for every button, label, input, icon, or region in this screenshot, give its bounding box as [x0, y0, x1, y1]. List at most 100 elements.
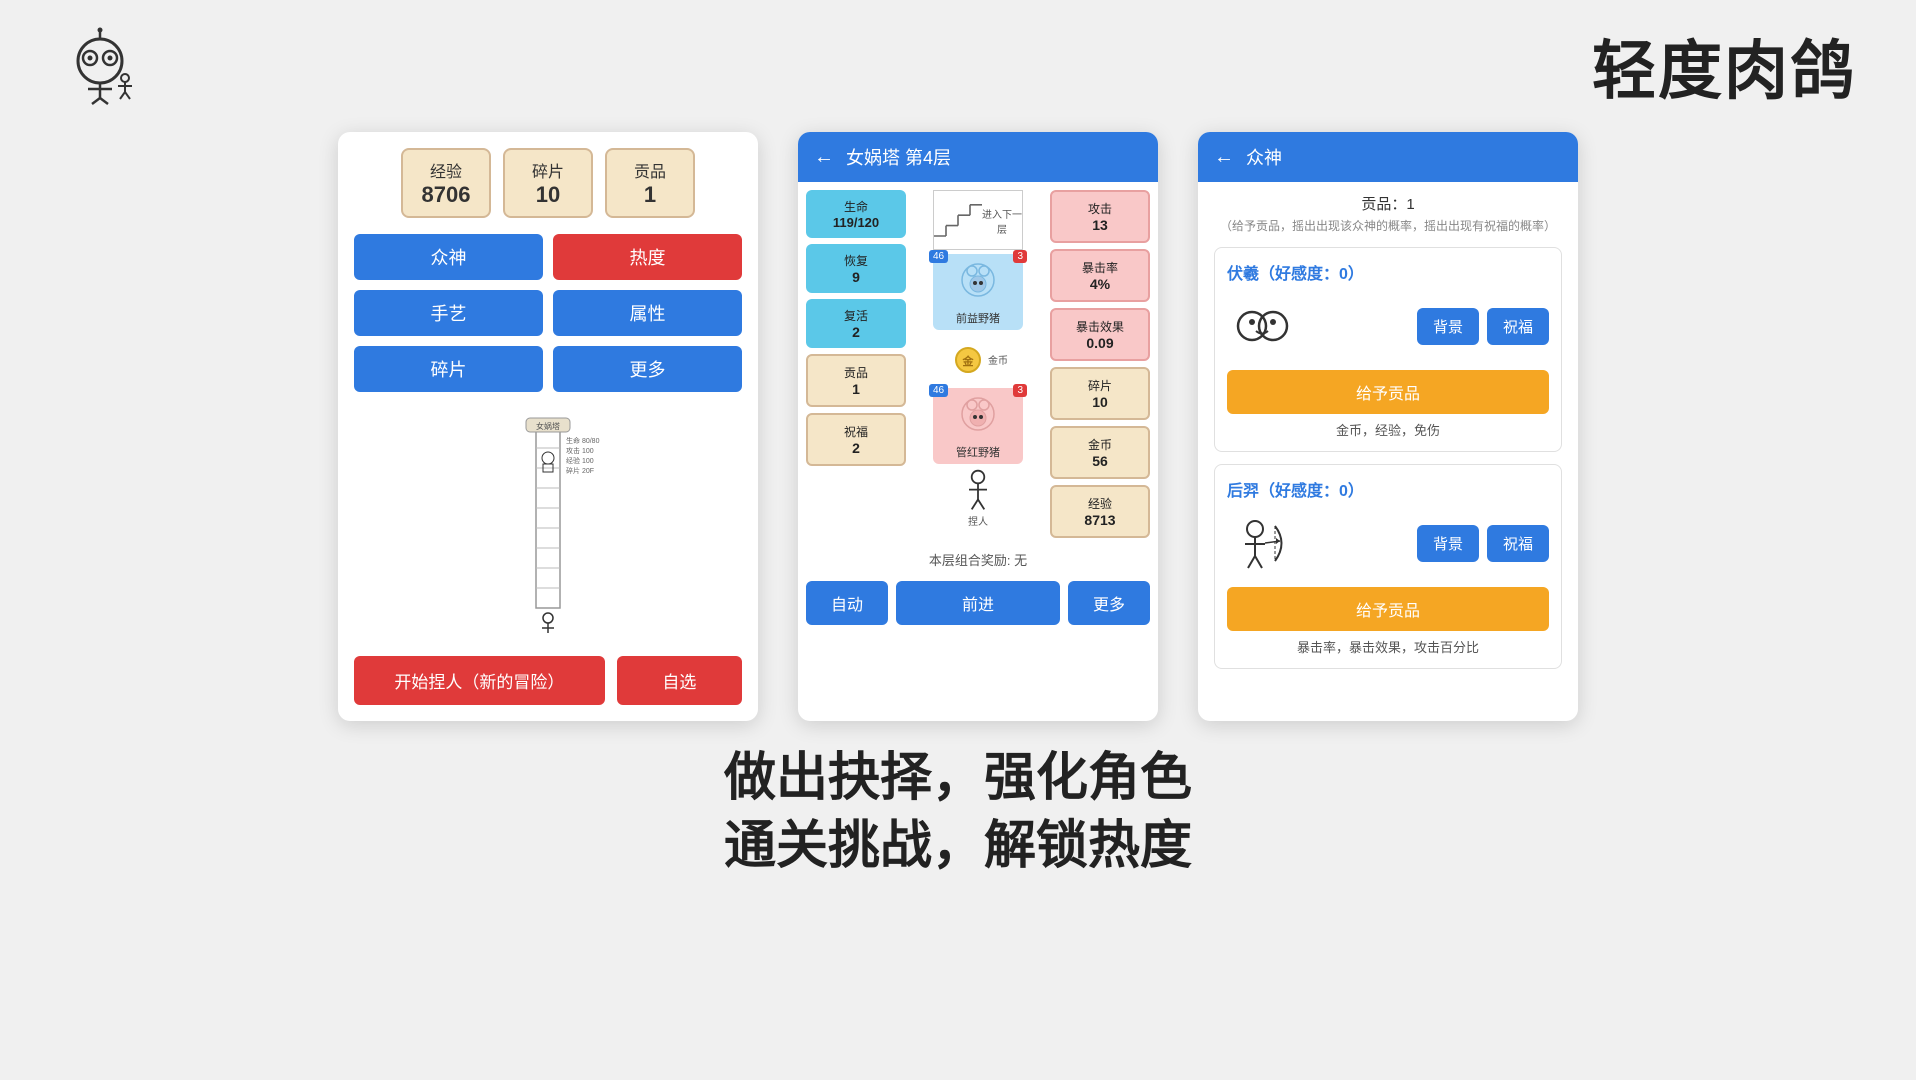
- enemy2-name: 管红野猪: [937, 444, 1019, 460]
- fuxi-effect: 金币，经验，免伤: [1227, 420, 1549, 439]
- blessing-label: 祝福: [812, 423, 900, 440]
- stairs-svg: [934, 200, 982, 240]
- stat-experience: 经验 8706: [401, 148, 491, 218]
- screen3-header: ← 众神: [1198, 132, 1578, 182]
- attack-box: 攻击 13: [1050, 190, 1150, 243]
- life-label: 生命: [810, 198, 902, 215]
- tower-svg: 女娲塔 生命 80/80 攻击 100 经验 100 碎片 20F: [488, 408, 608, 638]
- screen1-buttons-grid: 众神 热度 手艺 属性 碎片 更多: [338, 226, 758, 400]
- tribute-value: 1: [812, 381, 900, 397]
- svg-text:女娲塔: 女娲塔: [536, 421, 560, 431]
- svg-text:金: 金: [962, 354, 975, 368]
- enemy1-badge-right: 3: [1013, 250, 1027, 263]
- svg-text:经验 100: 经验 100: [566, 456, 594, 465]
- screen3-back-icon[interactable]: ←: [1214, 146, 1234, 169]
- screen3-title: 众神: [1246, 144, 1282, 170]
- stats-row: 经验 8706 碎片 10 贡品 1: [338, 132, 758, 226]
- stat-fragments-label: 碎片: [521, 158, 575, 182]
- screen1-bottom-row: 开始捏人（新的冒险） 自选: [338, 646, 758, 721]
- tribute-description: （给予贡品，摇出出现该众神的概率，摇出出现有祝福的概率）: [1214, 217, 1562, 235]
- app-title: 轻度肉鸽: [1592, 20, 1856, 112]
- more-button[interactable]: 更多: [1068, 581, 1150, 625]
- houyi-action-buttons: 背景 祝福: [1307, 525, 1549, 562]
- bottom-line1: 做出抉择，强化角色: [0, 745, 1916, 813]
- revive-label: 复活: [810, 307, 902, 324]
- redu-button[interactable]: 热度: [553, 234, 742, 280]
- gold-value: 56: [1056, 453, 1144, 469]
- left-stats-panel: 生命 119/120 恢复 9 复活 2 贡品 1 祝福 2: [806, 190, 906, 538]
- svg-text:攻击 100: 攻击 100: [566, 446, 594, 455]
- bottom-line2: 通关挑战，解锁热度: [0, 813, 1916, 881]
- fragments-box: 碎片 10: [1050, 367, 1150, 420]
- stat-experience-value: 8706: [419, 182, 473, 208]
- stat-experience-label: 经验: [419, 158, 473, 182]
- recover-label: 恢复: [810, 252, 902, 269]
- houyi-give-tribute-button[interactable]: 给予贡品: [1227, 587, 1549, 631]
- logo-icon: [60, 26, 140, 106]
- houyi-effect: 暴击率，暴击效果，攻击百分比: [1227, 637, 1549, 656]
- crit-rate-label: 暴击率: [1056, 259, 1144, 276]
- gold-label: 金币: [988, 352, 1008, 367]
- back-arrow-icon[interactable]: ←: [814, 146, 834, 169]
- screen3-body: 贡品：1 （给予贡品，摇出出现该众神的概率，摇出出现有祝福的概率） 伏羲（好感度…: [1198, 182, 1578, 693]
- screen1: 经验 8706 碎片 10 贡品 1 众神 热度 手艺 属性 碎片 更多: [338, 132, 758, 721]
- crit-effect-value: 0.09: [1056, 335, 1144, 351]
- screen3: ← 众神 贡品：1 （给予贡品，摇出出现该众神的概率，摇出出现有祝福的概率） 伏…: [1198, 132, 1578, 721]
- tribute-label: 贡品: [812, 364, 900, 381]
- enemy2-badge-right: 3: [1013, 384, 1027, 397]
- stat-tribute-label: 贡品: [623, 158, 677, 182]
- svg-text:碎片 20F: 碎片 20F: [566, 466, 594, 475]
- screen2-header: ← 女娲塔 第4层: [798, 132, 1158, 182]
- tribute-count: 贡品：1: [1214, 194, 1562, 217]
- attack-value: 13: [1056, 217, 1144, 233]
- screens-container: 经验 8706 碎片 10 贡品 1 众神 热度 手艺 属性 碎片 更多: [0, 132, 1916, 721]
- houyi-avatar-svg: [1230, 511, 1295, 576]
- fuxi-background-button[interactable]: 背景: [1417, 308, 1479, 345]
- tower-illustration: 女娲塔 生命 80/80 攻击 100 经验 100 碎片 20F: [338, 400, 758, 646]
- fuxi-title: 伏羲（好感度：0）: [1227, 260, 1549, 284]
- tribute-info-area: 贡品：1 （给予贡品，摇出出现该众神的概率，摇出出现有祝福的概率）: [1214, 194, 1562, 235]
- attack-label: 攻击: [1056, 200, 1144, 217]
- zhongshen-button[interactable]: 众神: [354, 234, 543, 280]
- revive-value: 2: [810, 324, 902, 340]
- player-svg: [958, 468, 998, 513]
- center-battle-panel: 进入下一层 46 3 前益野猪: [906, 190, 1050, 538]
- header: 轻度肉鸽: [0, 0, 1916, 122]
- shuxing-button[interactable]: 属性: [553, 290, 742, 336]
- houyi-background-button[interactable]: 背景: [1417, 525, 1479, 562]
- life-value: 119/120: [810, 215, 902, 230]
- enemy1-svg: [948, 258, 1008, 303]
- player-label: 捏人: [968, 513, 988, 528]
- life-box: 生命 119/120: [806, 190, 906, 238]
- houyi-body: 背景 祝福: [1227, 509, 1549, 579]
- fuxi-give-tribute-button[interactable]: 给予贡品: [1227, 370, 1549, 414]
- next-floor-label: 进入下一层: [982, 206, 1022, 236]
- suipian-button[interactable]: 碎片: [354, 346, 543, 392]
- fuxi-blessing-button[interactable]: 祝福: [1487, 308, 1549, 345]
- custom-select-button[interactable]: 自选: [617, 656, 742, 705]
- crit-effect-label: 暴击效果: [1056, 318, 1144, 335]
- gold-coin-svg: 金: [948, 342, 988, 377]
- enemy2-svg: [948, 392, 1008, 437]
- enemy1-box[interactable]: 46 3 前益野猪: [933, 254, 1023, 330]
- enemy2-box[interactable]: 46 3 管红野猪: [933, 388, 1023, 464]
- recover-value: 9: [810, 269, 902, 285]
- stat-tribute-value: 1: [623, 182, 677, 208]
- advance-button[interactable]: 前进: [896, 581, 1060, 625]
- crit-rate-box: 暴击率 4%: [1050, 249, 1150, 302]
- crit-rate-value: 4%: [1056, 276, 1144, 292]
- enemy1-badge-left: 46: [929, 250, 948, 263]
- screen2-title: 女娲塔 第4层: [846, 144, 951, 170]
- gold-label-r: 金币: [1056, 436, 1144, 453]
- houyi-blessing-button[interactable]: 祝福: [1487, 525, 1549, 562]
- gold-box: 金币 56: [1050, 426, 1150, 479]
- shouyi-button[interactable]: 手艺: [354, 290, 543, 336]
- fragments-label: 碎片: [1056, 377, 1144, 394]
- gold-coin-area: 金 金币: [933, 334, 1023, 384]
- stat-tribute: 贡品 1: [605, 148, 695, 218]
- gengduo-button[interactable]: 更多: [553, 346, 742, 392]
- exp-value: 8713: [1056, 512, 1144, 528]
- auto-button[interactable]: 自动: [806, 581, 888, 625]
- exp-box: 经验 8713: [1050, 485, 1150, 538]
- start-new-adventure-button[interactable]: 开始捏人（新的冒险）: [354, 656, 605, 705]
